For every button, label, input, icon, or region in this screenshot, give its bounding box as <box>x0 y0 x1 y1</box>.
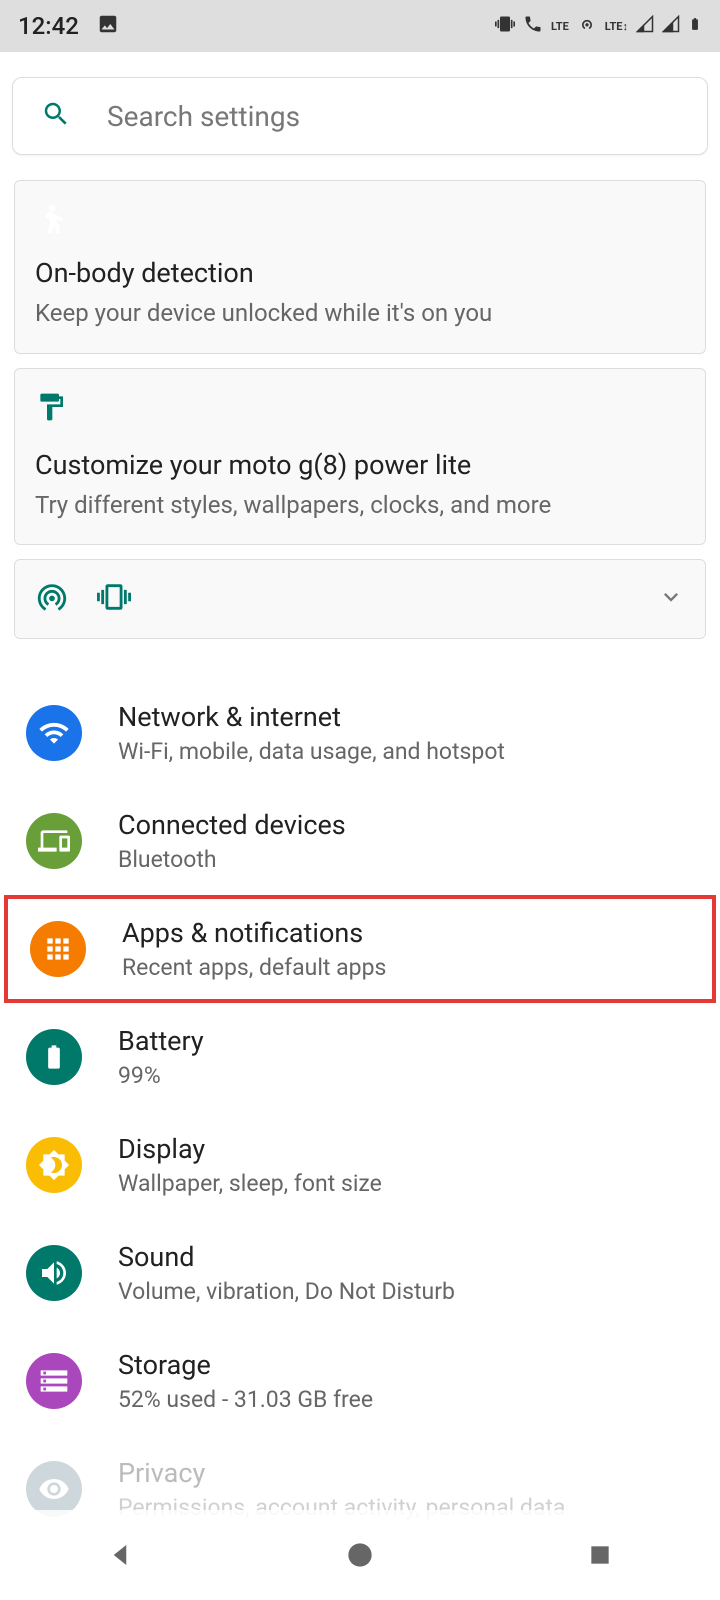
customize-title: Customize your moto g(8) power lite <box>35 449 685 481</box>
brush-icon <box>35 391 685 427</box>
signal1-icon <box>636 15 654 37</box>
chevron-down-icon <box>657 583 685 615</box>
hotspot-icon <box>577 14 597 38</box>
battery-setting-icon <box>26 1029 82 1085</box>
setting-storage[interactable]: Storage 52% used - 31.03 GB free <box>12 1327 708 1435</box>
setting-title: Display <box>118 1133 694 1165</box>
customize-card[interactable]: Customize your moto g(8) power lite Try … <box>14 368 706 546</box>
setting-sound[interactable]: Sound Volume, vibration, Do Not Disturb <box>12 1219 708 1327</box>
setting-battery[interactable]: Battery 99% <box>12 1003 708 1111</box>
setting-network[interactable]: Network & internet Wi-Fi, mobile, data u… <box>12 679 708 787</box>
setting-title: Sound <box>118 1241 694 1273</box>
nav-home-button[interactable] <box>340 1535 380 1575</box>
search-placeholder: Search settings <box>107 100 300 133</box>
status-time: 12:42 <box>18 12 79 40</box>
setting-title: Apps & notifications <box>122 917 690 949</box>
setting-subtitle: Volume, vibration, Do Not Disturb <box>118 1278 694 1305</box>
setting-subtitle: Wi-Fi, mobile, data usage, and hotspot <box>118 738 694 765</box>
vibrate-status-icon <box>97 580 131 618</box>
setting-title: Privacy <box>118 1457 694 1489</box>
setting-subtitle: 99% <box>118 1062 694 1089</box>
nav-back-button[interactable] <box>100 1535 140 1575</box>
photo-icon <box>97 13 119 39</box>
walk-icon <box>35 203 685 239</box>
setting-display[interactable]: Display Wallpaper, sleep, font size <box>12 1111 708 1219</box>
lte-badge: LTE <box>551 20 569 33</box>
devices-icon <box>26 813 82 869</box>
nav-bar <box>0 1510 720 1600</box>
storage-icon <box>26 1353 82 1409</box>
vibrate-icon <box>495 14 515 38</box>
status-icons <box>35 580 131 618</box>
volume-icon <box>26 1245 82 1301</box>
status-card[interactable] <box>14 559 706 639</box>
signal2-icon <box>662 15 680 37</box>
content-area: On-body detection Keep your device unloc… <box>0 180 720 1543</box>
onbody-card[interactable]: On-body detection Keep your device unloc… <box>14 180 706 354</box>
setting-title: Storage <box>118 1349 694 1381</box>
setting-subtitle: Wallpaper, sleep, font size <box>118 1170 694 1197</box>
privacy-icon <box>26 1461 82 1517</box>
setting-devices[interactable]: Connected devices Bluetooth <box>12 787 708 895</box>
setting-subtitle: Bluetooth <box>118 846 694 873</box>
status-bar: 12:42 LTE LTE↕ <box>0 0 720 52</box>
brightness-icon <box>26 1137 82 1193</box>
hotspot-status-icon <box>35 580 69 618</box>
setting-subtitle: 52% used - 31.03 GB free <box>118 1386 694 1413</box>
status-left: 12:42 <box>18 12 119 40</box>
setting-title: Network & internet <box>118 701 694 733</box>
status-right: LTE LTE↕ <box>495 13 702 39</box>
setting-subtitle: Recent apps, default apps <box>122 954 690 981</box>
onbody-title: On-body detection <box>35 257 685 289</box>
lte2-badge: LTE↕ <box>605 20 628 33</box>
nav-recent-button[interactable] <box>580 1535 620 1575</box>
search-box[interactable]: Search settings <box>12 77 708 155</box>
customize-subtitle: Try different styles, wallpapers, clocks… <box>35 489 685 523</box>
setting-apps-highlighted[interactable]: Apps & notifications Recent apps, defaul… <box>4 895 716 1003</box>
search-icon <box>41 99 71 133</box>
apps-icon <box>30 921 86 977</box>
setting-title: Battery <box>118 1025 694 1057</box>
onbody-subtitle: Keep your device unlocked while it's on … <box>35 297 685 331</box>
wifi-call-icon <box>523 14 543 38</box>
wifi-icon <box>26 705 82 761</box>
battery-icon <box>688 13 702 39</box>
setting-title: Connected devices <box>118 809 694 841</box>
